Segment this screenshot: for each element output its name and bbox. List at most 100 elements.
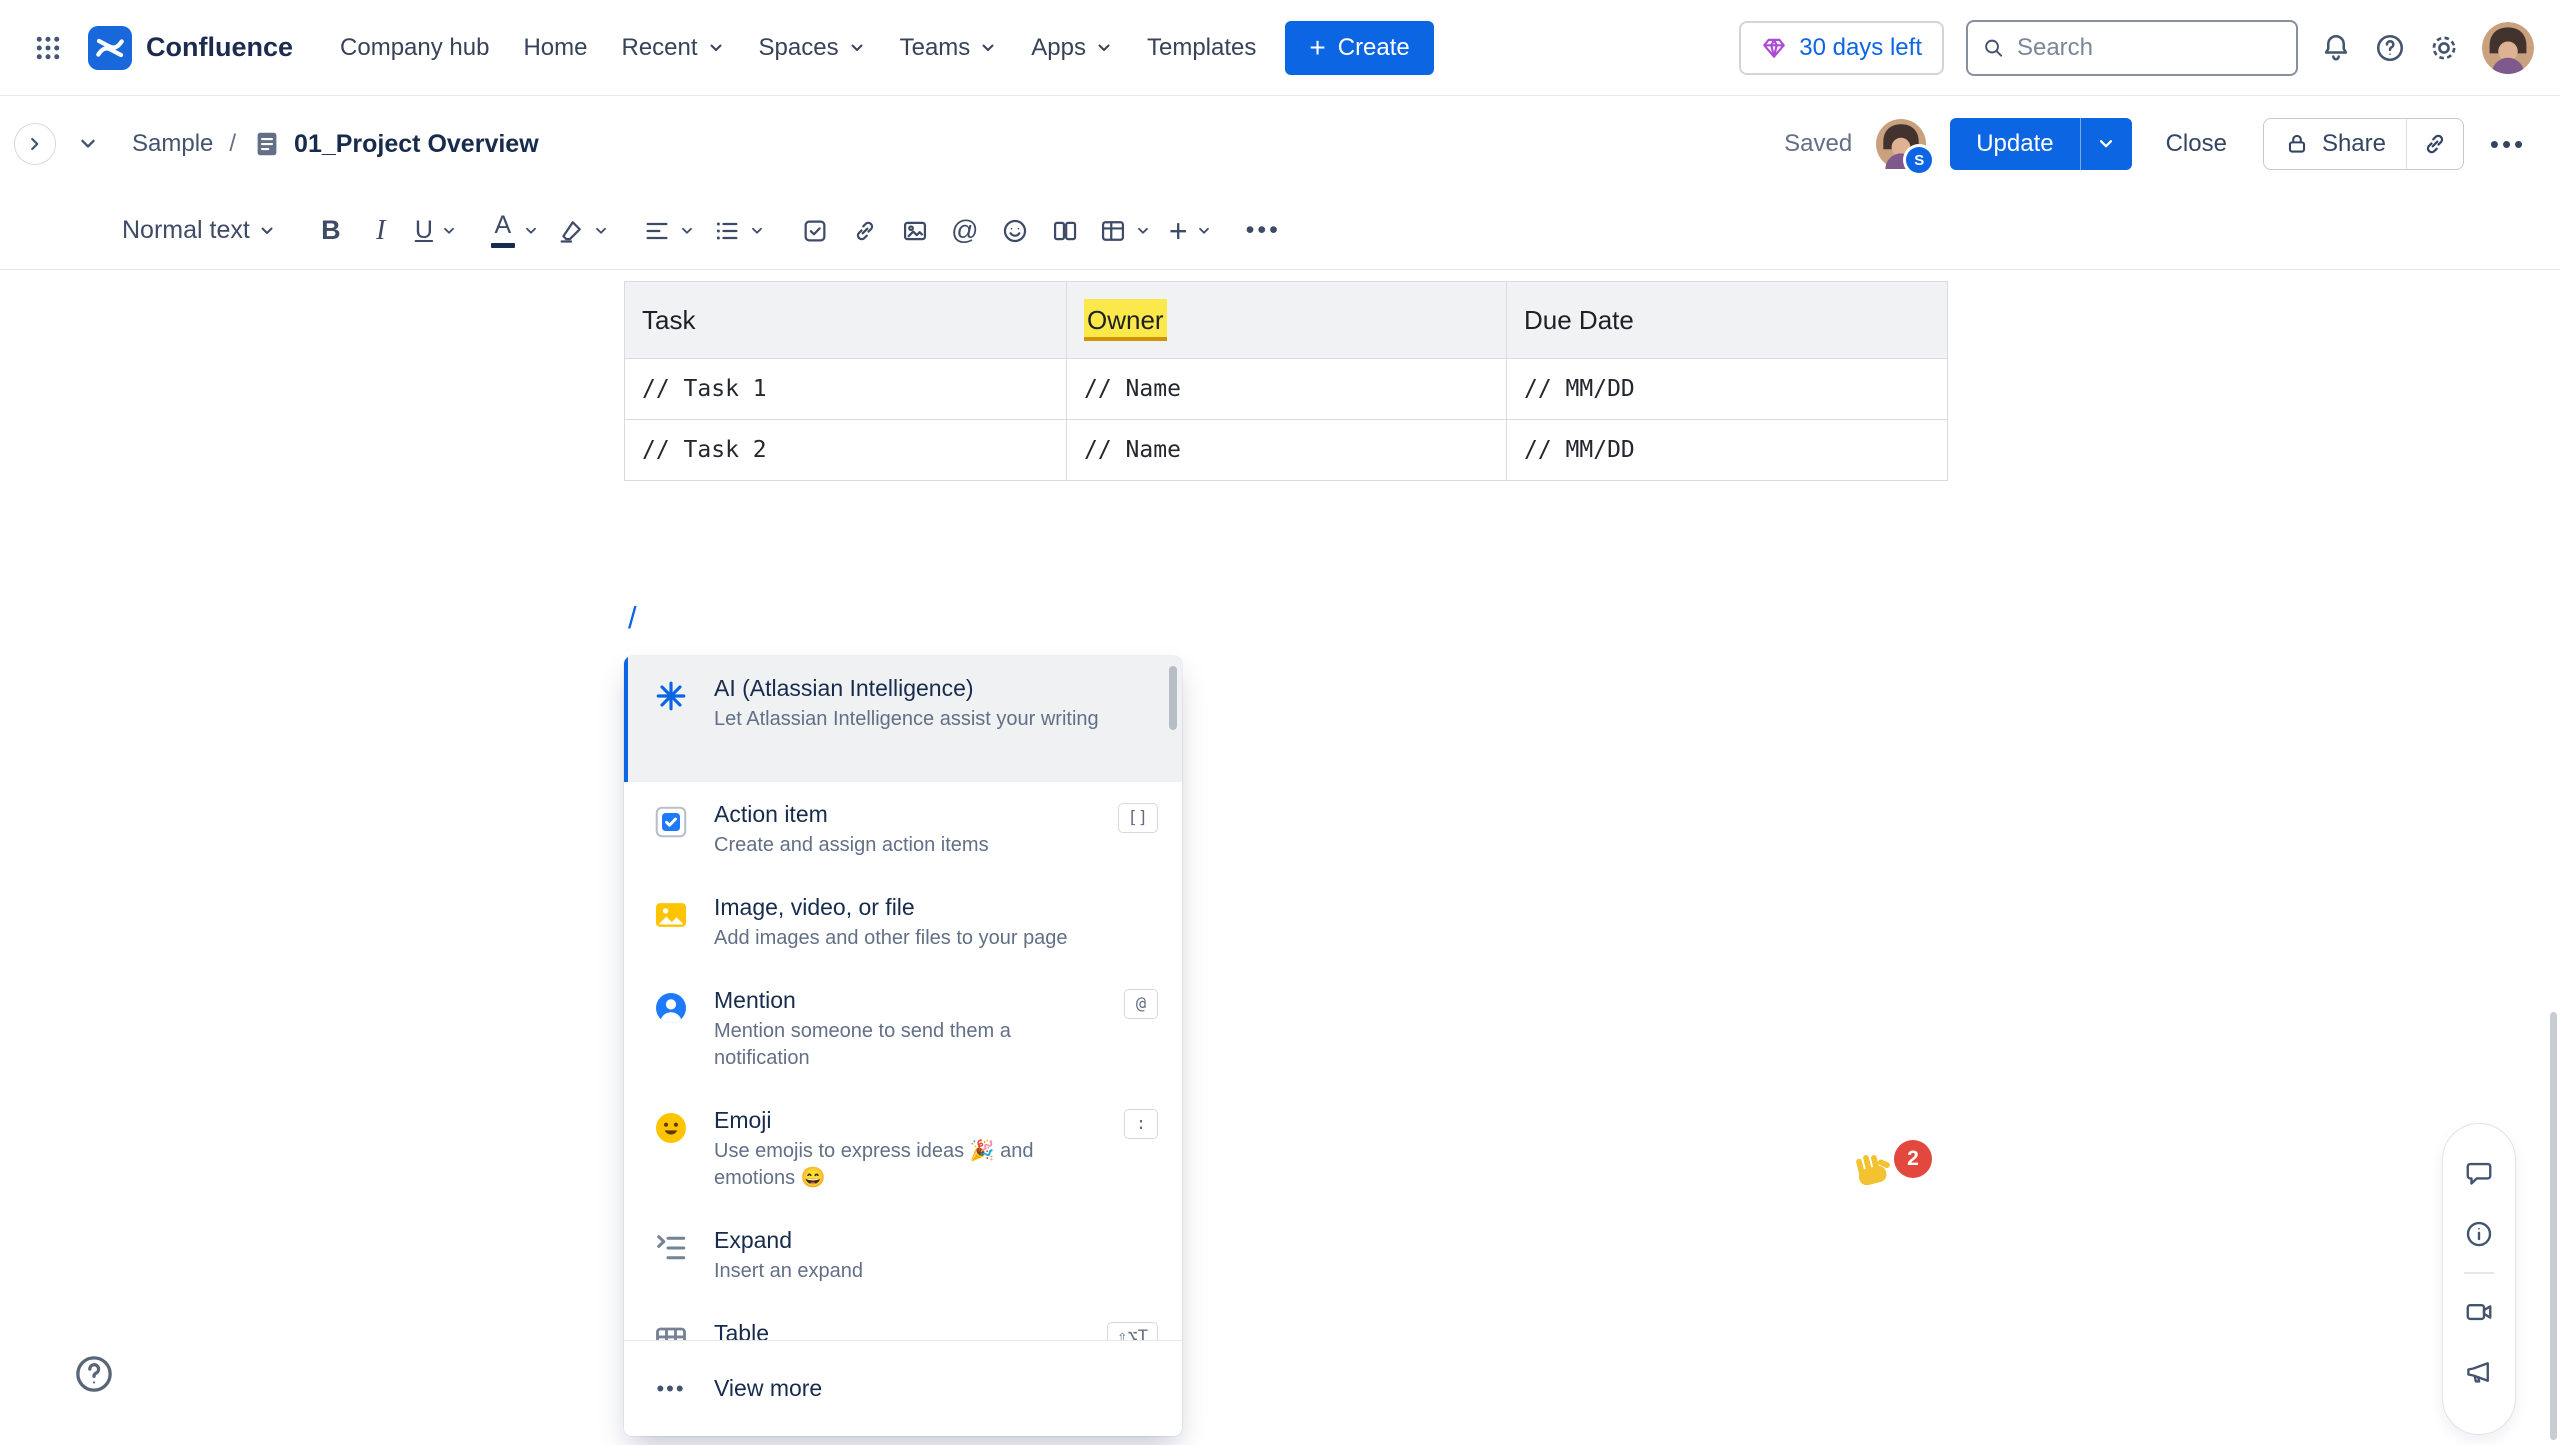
chevron-down-icon — [679, 223, 695, 239]
page-actions: Saved S Update Close — [1784, 118, 2534, 170]
text-color-button[interactable]: A — [482, 203, 548, 259]
table-header-cell[interactable]: Due Date — [1507, 282, 1948, 359]
plus-icon: + — [1309, 34, 1325, 62]
nav-home[interactable]: Home — [506, 22, 604, 74]
nav-company-hub[interactable]: Company hub — [323, 22, 506, 74]
close-button[interactable]: Close — [2150, 118, 2243, 170]
insert-link-button[interactable] — [840, 203, 890, 259]
search-input[interactable] — [2017, 34, 2282, 62]
nav-templates[interactable]: Templates — [1130, 22, 1273, 74]
chevron-down-icon — [593, 223, 609, 239]
alignment-button[interactable] — [634, 203, 704, 259]
emoji-icon — [1001, 217, 1029, 245]
insert-more-button[interactable]: + — [1160, 203, 1221, 259]
lock-icon — [2284, 131, 2310, 157]
text-style-dropdown[interactable]: Normal text — [108, 203, 290, 259]
slash-menu-list: AI (Atlassian Intelligence) Let Atlassia… — [624, 656, 1182, 1340]
slash-menu-item-expand[interactable]: Expand Insert an expand — [624, 1208, 1182, 1301]
slash-menu-item-mention[interactable]: Mention Mention someone to send them a n… — [624, 968, 1182, 1088]
table-icon — [1099, 217, 1127, 245]
slash-menu-item-media[interactable]: Image, video, or file Add images and oth… — [624, 875, 1182, 968]
shortcut-badge: : — [1124, 1109, 1158, 1139]
nav-spaces[interactable]: Spaces — [742, 22, 883, 74]
right-tools-panel — [2442, 1123, 2516, 1435]
editor-content[interactable]: Task Owner Due Date // Task 1 // Name //… — [0, 270, 2560, 1445]
chevron-down-icon — [979, 39, 997, 57]
handshake-hand-icon — [1845, 1143, 1901, 1199]
comments-icon[interactable] — [2454, 1149, 2504, 1199]
table-header-cell[interactable]: Task — [625, 282, 1067, 359]
gem-icon — [1761, 35, 1787, 61]
mention-button[interactable]: @ — [940, 203, 990, 259]
help-fab-icon[interactable] — [70, 1350, 118, 1398]
breadcrumb-chevron-down-icon[interactable] — [68, 124, 108, 164]
chevron-down-icon — [848, 39, 866, 57]
table-cell[interactable]: // Name — [1067, 359, 1507, 420]
megaphone-feedback-icon[interactable] — [2454, 1347, 2504, 1397]
confluence-logo-icon — [88, 26, 132, 70]
highlighted-text: Owner — [1084, 299, 1167, 341]
highlight-color-button[interactable] — [548, 203, 618, 259]
trial-days-left-button[interactable]: 30 days left — [1739, 21, 1944, 75]
slash-menu-item-emoji[interactable]: Emoji Use emojis to express ideas 🎉 and … — [624, 1088, 1182, 1208]
task-checkbox-button[interactable] — [790, 203, 840, 259]
divider — [2464, 1272, 2494, 1274]
layout-columns-button[interactable] — [1040, 203, 1090, 259]
nav-apps[interactable]: Apps — [1014, 22, 1130, 74]
slash-menu-item-ai[interactable]: AI (Atlassian Intelligence) Let Atlassia… — [624, 656, 1182, 782]
breadcrumb-space-link[interactable]: Sample — [132, 130, 213, 158]
create-button[interactable]: + Create — [1285, 21, 1433, 75]
italic-button[interactable]: I — [356, 203, 406, 259]
page-scrollbar-thumb[interactable] — [2550, 1012, 2557, 1440]
insert-image-button[interactable] — [890, 203, 940, 259]
bold-button[interactable]: B — [306, 203, 356, 259]
slash-menu-item-action-item[interactable]: Action item Create and assign action ite… — [624, 782, 1182, 875]
highlighter-icon — [557, 217, 585, 245]
chevron-down-icon — [749, 223, 765, 239]
align-left-icon — [643, 217, 671, 245]
bullet-list-icon — [713, 217, 741, 245]
topnav-right-cluster: 30 days left — [1739, 20, 2534, 76]
expand-icon — [650, 1227, 692, 1269]
editor-toolbar: Normal text B I U A — [0, 192, 2560, 270]
slash-menu-item-table[interactable]: Table ⇧⌥T — [624, 1301, 1182, 1340]
help-icon[interactable] — [2374, 32, 2406, 64]
collab-reaction-indicator: 2 — [1850, 1148, 1932, 1194]
menu-scrollbar-thumb[interactable] — [1169, 666, 1177, 730]
shortcut-badge: ⇧⌥T — [1107, 1322, 1158, 1340]
product-name: Confluence — [146, 32, 293, 63]
app-switcher-icon[interactable] — [24, 24, 72, 72]
collaborator-avatar[interactable]: S — [1876, 119, 1926, 169]
table-cell[interactable]: // Name — [1067, 420, 1507, 481]
update-button[interactable]: Update — [1950, 118, 2079, 170]
table-cell[interactable]: // Task 2 — [625, 420, 1067, 481]
notifications-bell-icon[interactable] — [2320, 32, 2352, 64]
breadcrumb-separator: / — [229, 130, 236, 158]
share-button[interactable]: Share — [2264, 119, 2406, 169]
saved-status: Saved — [1784, 130, 1852, 158]
expand-sidebar-icon[interactable] — [14, 123, 56, 165]
video-camera-icon[interactable] — [2454, 1287, 2504, 1337]
update-dropdown-chevron-icon[interactable] — [2080, 118, 2132, 170]
settings-gear-icon[interactable] — [2428, 32, 2460, 64]
slash-menu-view-more[interactable]: ••• View more — [624, 1340, 1182, 1436]
insert-table-button[interactable] — [1090, 203, 1160, 259]
page-header-bar: Sample / 01_Project Overview Saved — [0, 96, 2560, 192]
info-icon[interactable] — [2454, 1209, 2504, 1259]
table-header-cell[interactable]: Owner — [1067, 282, 1507, 359]
user-avatar[interactable] — [2482, 22, 2534, 74]
table-cell[interactable]: // MM/DD — [1507, 359, 1948, 420]
table-row: // Task 2 // Name // MM/DD — [625, 420, 1948, 481]
copy-link-icon[interactable] — [2407, 119, 2463, 169]
nav-teams[interactable]: Teams — [883, 22, 1015, 74]
table-cell[interactable]: // MM/DD — [1507, 420, 1948, 481]
toolbar-overflow-icon[interactable]: ••• — [1237, 203, 1290, 259]
mention-person-icon — [650, 987, 692, 1029]
more-actions-icon[interactable]: ••• — [2482, 118, 2534, 170]
table-cell[interactable]: // Task 1 — [625, 359, 1067, 420]
ellipsis-icon: ••• — [650, 1376, 692, 1402]
underline-more-button[interactable]: U — [406, 203, 466, 259]
nav-recent[interactable]: Recent — [604, 22, 741, 74]
list-button[interactable] — [704, 203, 774, 259]
emoji-button[interactable] — [990, 203, 1040, 259]
